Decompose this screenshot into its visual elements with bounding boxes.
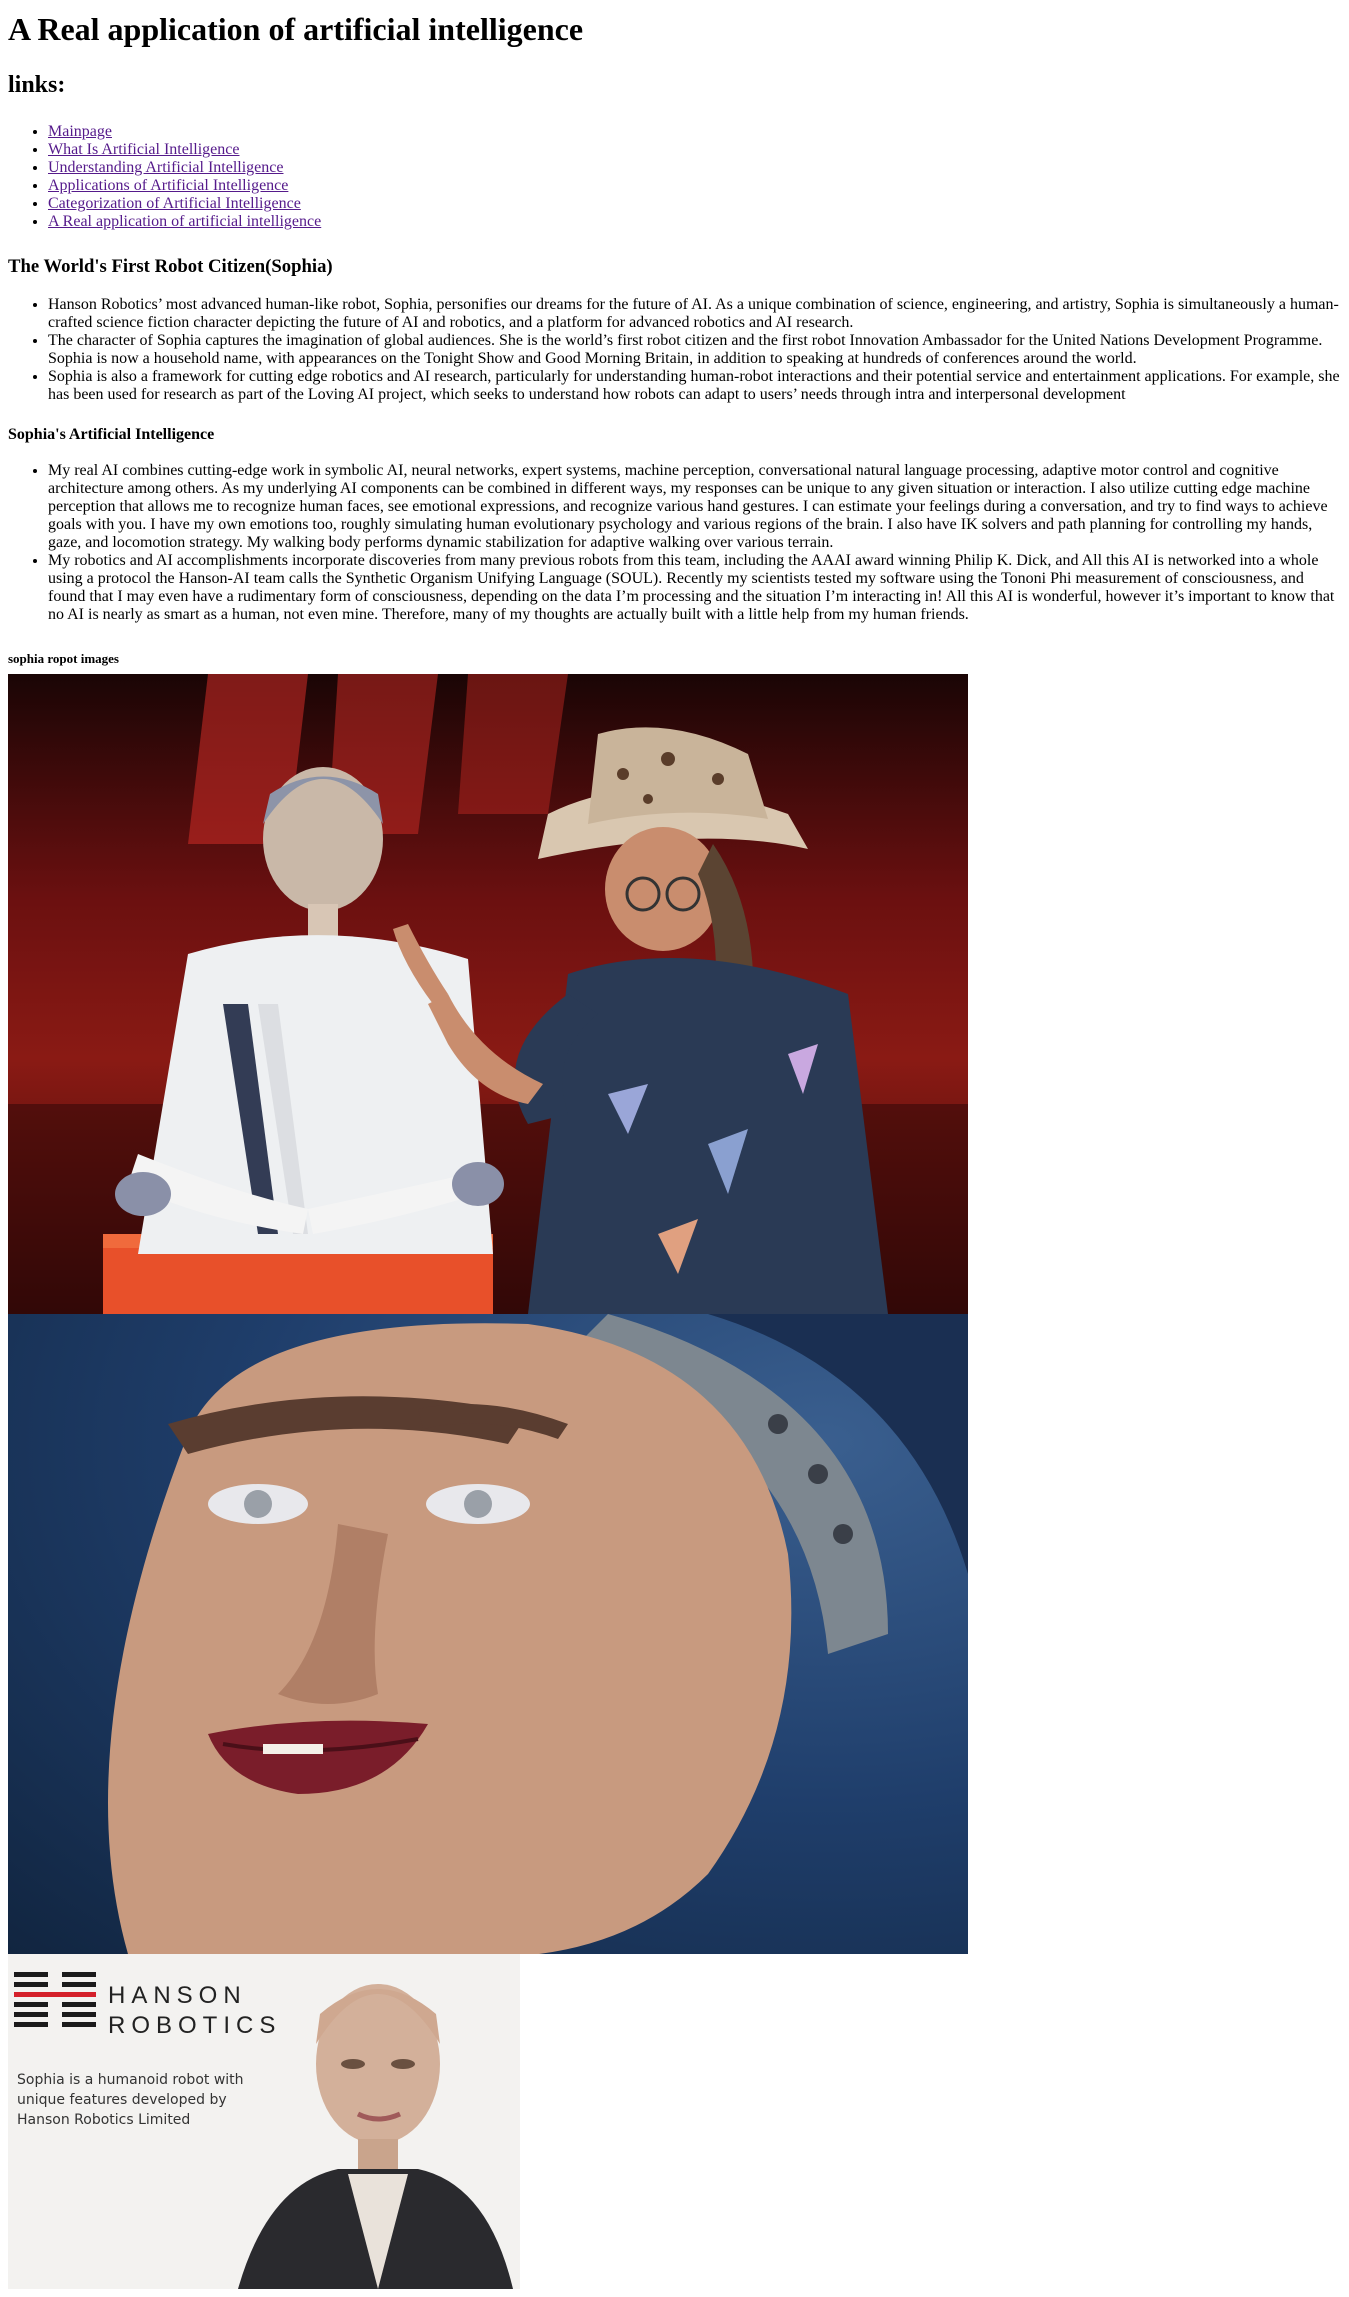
page-title: A Real application of artificial intelli… <box>8 11 584 47</box>
link-understanding-ai[interactable]: Understanding Artificial Intelligence <box>48 159 283 176</box>
list-item: Applications of Artificial Intelligence <box>48 177 1341 195</box>
link-categorization-ai[interactable]: Categorization of Artificial Intelligenc… <box>48 195 301 212</box>
section-heading-sophia-ai: Sophia's Artificial Intelligence <box>8 426 215 443</box>
sophia-stage-illustration <box>8 674 968 1314</box>
links-heading: links: <box>8 72 66 98</box>
robot-citizen-list: Hanson Robotics’ most advanced human-lik… <box>8 296 1341 404</box>
list-item: A Real application of artificial intelli… <box>48 213 1341 231</box>
list-item: My robotics and AI accomplishments incor… <box>48 552 1341 624</box>
sophia-ai-list: My real AI combines cutting-edge work in… <box>8 462 1341 624</box>
link-what-is-ai[interactable]: What Is Artificial Intelligence <box>48 141 239 158</box>
list-item: Categorization of Artificial Intelligenc… <box>48 195 1341 213</box>
list-item: My real AI combines cutting-edge work in… <box>48 462 1341 552</box>
link-applications-ai[interactable]: Applications of Artificial Intelligence <box>48 177 288 194</box>
list-item: What Is Artificial Intelligence <box>48 141 1341 159</box>
list-item: Mainpage <box>48 123 1341 141</box>
sophia-face-photo <box>8 1314 968 1954</box>
list-item: Understanding Artificial Intelligence <box>48 159 1341 177</box>
link-mainpage[interactable]: Mainpage <box>48 123 112 140</box>
list-item: Sophia is also a framework for cutting e… <box>48 368 1341 404</box>
link-real-application-ai[interactable]: A Real application of artificial intelli… <box>48 213 321 230</box>
list-item: Hanson Robotics’ most advanced human-lik… <box>48 296 1341 332</box>
sophia-face-illustration <box>108 1314 968 1954</box>
sophia-portrait-illustration <box>238 1984 513 2289</box>
section-heading-robot-citizen: The World's First Robot Citizen(Sophia) <box>8 256 333 277</box>
links-list: Mainpage What Is Artificial Intelligence… <box>8 123 1341 231</box>
sophia-stage-photo <box>8 674 968 1314</box>
images-heading: sophia ropot images <box>8 651 119 666</box>
page: A Real application of artificial intelli… <box>0 0 1349 666</box>
hanson-robotics-banner: HANSON ROBOTICS Sophia is a humanoid rob… <box>8 1954 520 2289</box>
list-item: The character of Sophia captures the ima… <box>48 332 1341 368</box>
